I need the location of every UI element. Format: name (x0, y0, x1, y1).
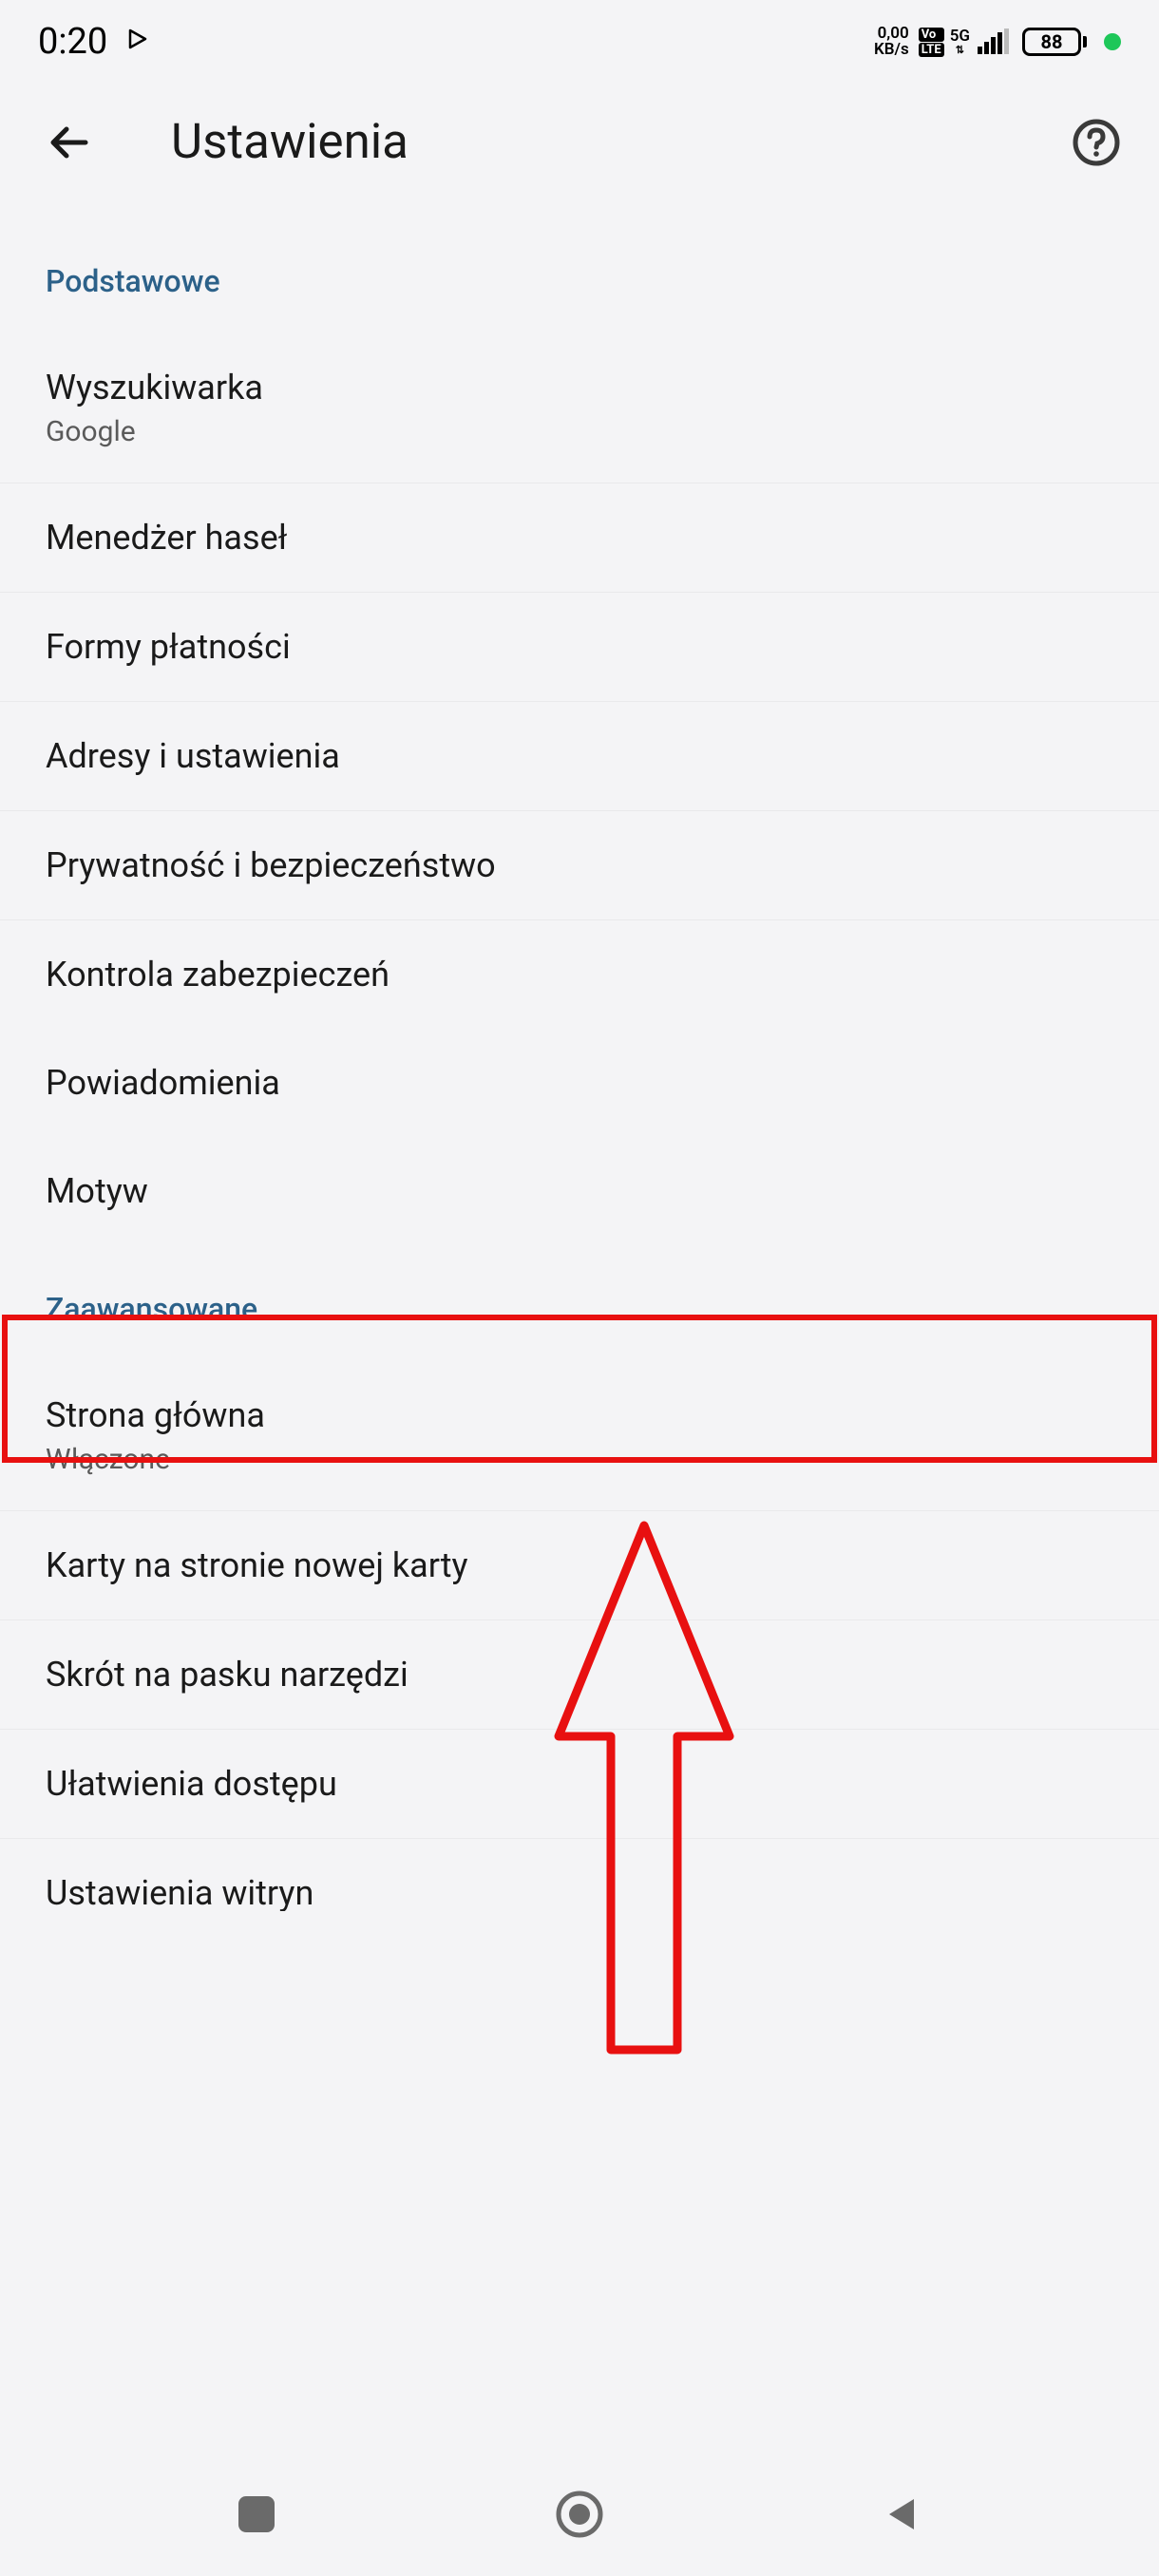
setting-theme[interactable]: Motyw (0, 1137, 1159, 1245)
arrow-left-icon (48, 120, 93, 165)
setting-search-engine[interactable]: Wyszukiwarka Google (0, 333, 1159, 483)
setting-title: Adresy i ustawienia (46, 736, 1159, 776)
signal-icon (978, 29, 1009, 54)
play-outline-icon (128, 28, 147, 55)
triangle-left-icon (882, 2493, 923, 2535)
setting-title: Formy płatności (46, 627, 1159, 667)
app-header: Ustawienia (0, 76, 1159, 218)
page-title: Ustawienia (171, 114, 994, 170)
setting-safety-check[interactable]: Kontrola zabezpieczeń (0, 920, 1159, 1029)
setting-accessibility[interactable]: Ułatwienia dostępu (0, 1730, 1159, 1839)
status-time: 0:20 (38, 21, 107, 63)
data-speed-indicator: 0,00 KB/s (874, 26, 909, 58)
setting-title: Strona główna (46, 1395, 1159, 1435)
square-icon (238, 2496, 275, 2532)
setting-homepage[interactable]: Strona główna Włączone (0, 1361, 1159, 1511)
setting-title: Skrót na pasku narzędzi (46, 1655, 1159, 1695)
nav-back-button[interactable] (874, 2486, 931, 2543)
setting-title: Wyszukiwarka (46, 368, 1159, 407)
help-button[interactable] (1072, 118, 1121, 167)
nav-home-button[interactable] (551, 2486, 608, 2543)
setting-notifications[interactable]: Powiadomienia (0, 1029, 1159, 1137)
circle-icon (556, 2491, 603, 2538)
setting-title: Kontrola zabezpieczeń (46, 955, 1159, 994)
setting-privacy-security[interactable]: Prywatność i bezpieczeństwo (0, 811, 1159, 920)
setting-title: Prywatność i bezpieczeństwo (46, 845, 1159, 885)
status-left: 0:20 (38, 21, 147, 63)
setting-title: Motyw (46, 1171, 1159, 1211)
setting-subtitle: Włączone (46, 1443, 1159, 1476)
status-right: 0,00 KB/s Vo LTE 5G ⇅ 88 (874, 26, 1121, 58)
setting-password-manager[interactable]: Menedżer haseł (0, 483, 1159, 593)
setting-subtitle: Google (46, 415, 1159, 448)
section-advanced-header: Zaawansowane (0, 1245, 1159, 1361)
help-circle-icon (1072, 118, 1121, 167)
volte-icon: Vo LTE (919, 28, 944, 57)
back-button[interactable] (48, 120, 93, 165)
status-bar: 0:20 0,00 KB/s Vo LTE 5G ⇅ 88 (0, 0, 1159, 76)
section-basic-header: Podstawowe (0, 218, 1159, 333)
setting-title: Ułatwienia dostępu (46, 1764, 1159, 1804)
battery-indicator: 88 (1022, 28, 1087, 56)
setting-title: Menedżer haseł (46, 518, 1159, 558)
setting-title: Karty na stronie nowej karty (46, 1545, 1159, 1585)
system-nav-bar (0, 2453, 1159, 2576)
setting-payment-methods[interactable]: Formy płatności (0, 593, 1159, 702)
nav-recent-button[interactable] (228, 2486, 285, 2543)
setting-tabs-newtab[interactable]: Karty na stronie nowej karty (0, 1511, 1159, 1620)
setting-site-settings[interactable]: Ustawienia witryn (0, 1839, 1159, 1911)
setting-title: Ustawienia witryn (46, 1873, 1159, 1911)
setting-title: Powiadomienia (46, 1063, 1159, 1103)
privacy-indicator-dot (1104, 33, 1121, 50)
network-type: 5G ⇅ (950, 28, 970, 55)
setting-toolbar-shortcut[interactable]: Skrót na pasku narzędzi (0, 1620, 1159, 1730)
setting-addresses[interactable]: Adresy i ustawienia (0, 702, 1159, 811)
